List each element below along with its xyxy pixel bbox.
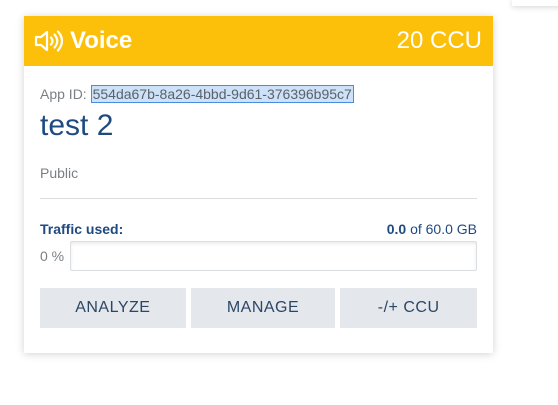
product-name: Voice	[70, 27, 133, 54]
manage-button[interactable]: MANAGE	[190, 288, 336, 328]
traffic-amount: 0.0 of 60.0 GB	[387, 221, 477, 237]
card-header: Voice 20 CCU	[24, 16, 493, 66]
app-name: test 2	[40, 109, 114, 142]
traffic-label: Traffic used:	[40, 221, 124, 237]
app-id-row: App ID: 554da67b-8a26-4bbd-9d61-376396b9…	[40, 84, 477, 104]
adjacent-card-edge	[512, 0, 558, 6]
traffic-total: of 60.0 GB	[410, 221, 477, 237]
speaker-volume-icon	[34, 29, 66, 53]
card-body: App ID: 554da67b-8a26-4bbd-9d61-376396b9…	[24, 84, 493, 328]
product-heading: Voice	[34, 27, 132, 55]
ccu-amount: 20 CCU	[396, 27, 482, 54]
traffic-progress-row: 0 %	[40, 241, 477, 271]
visibility-label: Public	[40, 165, 79, 181]
app-id-label: App ID:	[40, 86, 87, 102]
traffic-row: Traffic used: 0.0 of 60.0 GB	[40, 221, 477, 237]
app-id-value[interactable]: 554da67b-8a26-4bbd-9d61-376396b95c7	[90, 85, 354, 103]
traffic-progress-bar	[70, 241, 477, 271]
action-buttons: ANALYZE MANAGE -/+ CCU	[40, 288, 477, 328]
divider	[40, 198, 477, 199]
traffic-used-value: 0.0	[386, 221, 407, 237]
traffic-percent: 0 %	[40, 248, 65, 264]
analyze-button[interactable]: ANALYZE	[40, 288, 186, 328]
app-card: Voice 20 CCU App ID: 554da67b-8a26-4bbd-…	[24, 16, 493, 353]
adjust-ccu-button[interactable]: -/+ CCU	[340, 288, 477, 328]
